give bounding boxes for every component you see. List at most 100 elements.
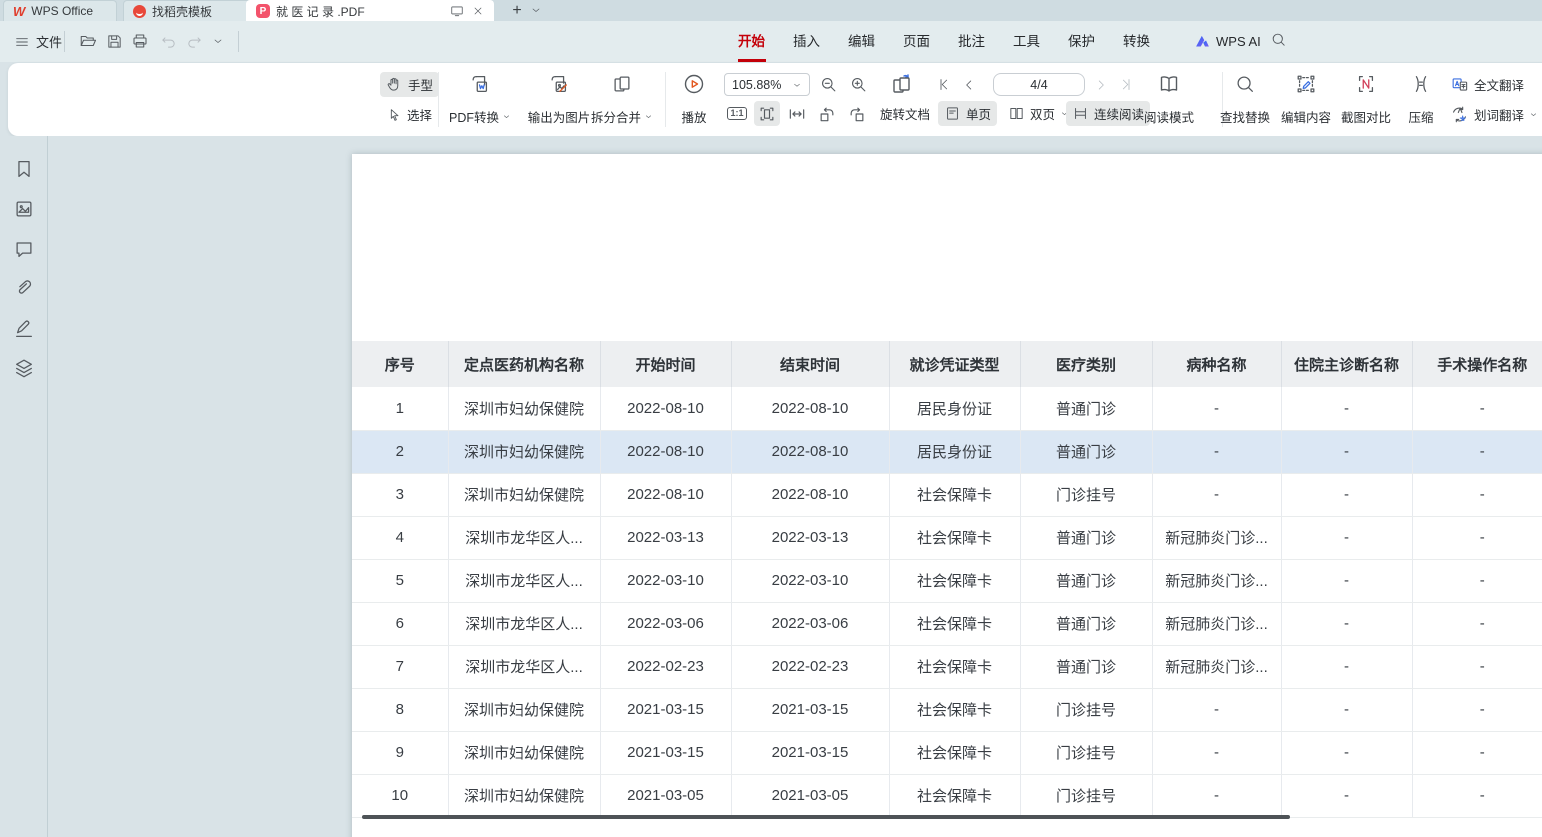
edit-content-label: 编辑内容 — [1281, 107, 1331, 126]
last-page-button[interactable] — [1115, 72, 1137, 97]
menu-item-protect[interactable]: 保护 — [1054, 21, 1109, 62]
table-cell: 2022-08-10 — [731, 473, 889, 516]
word-translate-button[interactable]: 划词翻译 — [1444, 102, 1542, 127]
zoom-in-button[interactable] — [845, 72, 871, 97]
table-header-cell: 开始时间 — [600, 341, 731, 387]
document-area: 序号定点医药机构名称开始时间结束时间就诊凭证类型医疗类别病种名称住院主诊断名称手… — [0, 136, 1542, 837]
wps-ai-button[interactable]: WPS AI — [1194, 21, 1261, 62]
table-header-row: 序号定点医药机构名称开始时间结束时间就诊凭证类型医疗类别病种名称住院主诊断名称手… — [352, 341, 1542, 387]
layers-icon[interactable] — [13, 357, 35, 379]
redo-button[interactable] — [182, 29, 206, 53]
tab-document[interactable]: P 就 医 记 录 .PDF — [246, 0, 494, 21]
fit-width-button[interactable] — [784, 101, 810, 126]
save-button[interactable] — [102, 29, 126, 53]
table-cell: 社会保障卡 — [889, 473, 1020, 516]
select-tool-button[interactable]: 选择 — [380, 102, 438, 127]
table-cell: - — [1281, 387, 1412, 430]
table-cell: 2022-02-23 — [731, 645, 889, 688]
thumbnail-panel-icon[interactable] — [13, 198, 35, 220]
table-cell: 2022-08-10 — [600, 473, 731, 516]
split-merge-button[interactable]: 拆分合并 — [584, 71, 660, 128]
table-cell: 2021-03-05 — [600, 774, 731, 817]
rotate-right-button[interactable] — [844, 101, 870, 126]
menu-item-home[interactable]: 开始 — [724, 21, 779, 62]
page-indicator-input[interactable]: 4/4 — [993, 73, 1085, 96]
tab-docer[interactable]: 找稻壳模板 — [123, 0, 253, 21]
embedded-horizontal-scrollbar[interactable] — [362, 815, 1290, 819]
play-button[interactable]: 播放 — [671, 71, 717, 128]
one-to-one-icon: 1:1 — [727, 107, 746, 120]
find-replace-button[interactable]: 查找替换 — [1212, 71, 1278, 128]
signature-icon[interactable] — [13, 318, 35, 340]
print-button[interactable] — [128, 29, 152, 53]
chevron-down-icon — [644, 112, 653, 121]
table-row: 2深圳市妇幼保健院2022-08-102022-08-10居民身份证普通门诊--… — [352, 430, 1542, 473]
zoom-out-button[interactable] — [815, 72, 841, 97]
single-page-button[interactable]: 单页 — [938, 101, 997, 126]
rotate-right-icon — [847, 104, 867, 124]
pdf-convert-button[interactable]: PDF转换 — [442, 71, 518, 128]
table-cell: 2022-08-10 — [731, 430, 889, 473]
table-row: 3深圳市妇幼保健院2022-08-102022-08-10社会保障卡门诊挂号--… — [352, 473, 1542, 516]
undo-button[interactable] — [156, 29, 180, 53]
toolbar: 手型 选择 PDF转换 输出为图片 拆分合并 — [8, 63, 1542, 136]
fit-page-button[interactable] — [754, 101, 780, 126]
new-tab-button[interactable]: + — [506, 0, 528, 21]
screenshot-compare-button[interactable]: 截图对比 — [1336, 71, 1396, 128]
menu-item-tools[interactable]: 工具 — [999, 21, 1054, 62]
table-cell: - — [1152, 387, 1281, 430]
table-header-cell: 序号 — [352, 341, 448, 387]
tab-wps-office[interactable]: W WPS Office — [3, 0, 117, 21]
hand-tool-button[interactable]: 手型 — [380, 72, 439, 97]
word-translate-icon — [1450, 105, 1469, 124]
table-cell: 门诊挂号 — [1020, 688, 1152, 731]
actual-size-button[interactable]: 1:1 — [724, 101, 750, 126]
read-mode-button[interactable]: 阅读模式 — [1136, 71, 1202, 128]
table-cell: 深圳市龙华区人... — [448, 645, 600, 688]
double-page-button[interactable]: 双页 — [1002, 101, 1075, 126]
edit-content-button[interactable]: 编辑内容 — [1273, 71, 1339, 128]
table-cell: - — [1412, 516, 1542, 559]
menu-search-icon[interactable] — [1270, 31, 1287, 48]
compress-button[interactable]: 压缩 — [1398, 71, 1444, 128]
prev-page-button[interactable] — [958, 72, 980, 97]
open-file-button[interactable] — [76, 29, 100, 53]
menu-item-page[interactable]: 页面 — [889, 21, 944, 62]
next-page-button[interactable] — [1090, 72, 1112, 97]
menu-item-edit[interactable]: 编辑 — [834, 21, 889, 62]
table-cell: 社会保障卡 — [889, 559, 1020, 602]
menu-item-convert[interactable]: 转换 — [1109, 21, 1164, 62]
rotate-document-button[interactable]: 旋转文档 — [874, 101, 936, 126]
table-cell: - — [1281, 602, 1412, 645]
full-translate-button[interactable]: 全文翻译 — [1444, 72, 1530, 97]
table-row: 1深圳市妇幼保健院2022-08-102022-08-10居民身份证普通门诊--… — [352, 387, 1542, 430]
full-translate-icon — [1450, 75, 1469, 94]
tab-list-chevron-icon[interactable] — [530, 3, 542, 17]
bookmark-icon[interactable] — [13, 158, 35, 180]
cast-screen-icon[interactable] — [450, 4, 464, 18]
zoom-in-icon — [849, 75, 868, 94]
table-cell: 2021-03-15 — [731, 688, 889, 731]
quick-access-chevron-button[interactable] — [206, 29, 230, 53]
first-page-button[interactable] — [932, 72, 954, 97]
table-cell: - — [1152, 430, 1281, 473]
rotate-left-button[interactable] — [814, 101, 840, 126]
comment-panel-icon[interactable] — [13, 238, 35, 260]
table-cell: - — [1412, 430, 1542, 473]
table-cell: 2021-03-05 — [731, 774, 889, 817]
table-cell: 2 — [352, 430, 448, 473]
zoom-select[interactable]: 105.88% — [724, 73, 810, 96]
close-tab-icon[interactable] — [472, 5, 484, 17]
double-page-label: 双页 — [1030, 104, 1055, 123]
divider — [665, 72, 666, 127]
attachment-icon[interactable] — [13, 278, 35, 300]
zoom-value: 105.88% — [732, 78, 781, 92]
table-cell: 2022-03-06 — [731, 602, 889, 645]
file-menu-button[interactable]: 文件 — [8, 21, 68, 62]
hamburger-icon — [14, 34, 30, 50]
replace-pages-button[interactable] — [887, 71, 917, 96]
menu-item-comment[interactable]: 批注 — [944, 21, 999, 62]
table-cell: 深圳市妇幼保健院 — [448, 387, 600, 430]
menu-item-insert[interactable]: 插入 — [779, 21, 834, 62]
table-row: 4深圳市龙华区人...2022-03-132022-03-13社会保障卡普通门诊… — [352, 516, 1542, 559]
